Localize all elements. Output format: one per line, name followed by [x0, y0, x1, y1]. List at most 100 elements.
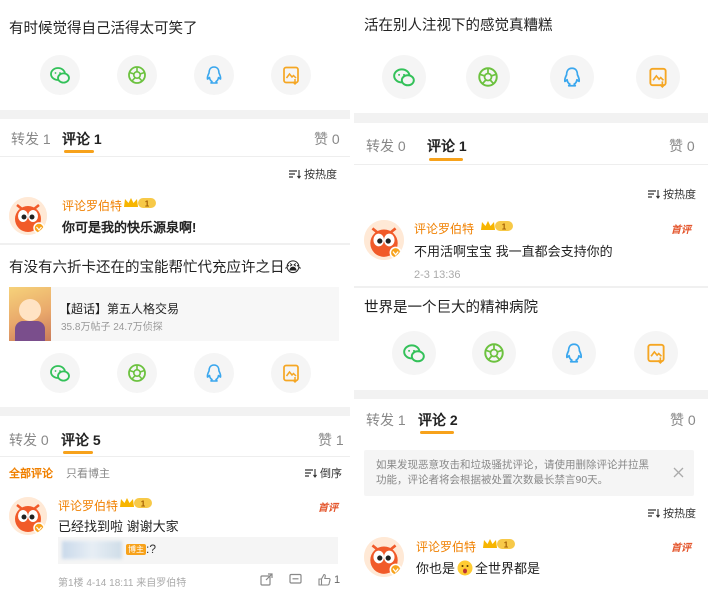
- wechat-icon[interactable]: [392, 331, 436, 375]
- post-text: 世界是一个巨大的精神病院: [364, 300, 538, 316]
- member-badge-icon: [483, 539, 515, 550]
- sort-icon: [289, 169, 302, 179]
- comment-icon[interactable]: [289, 573, 302, 586]
- tab-comment[interactable]: 评论 2: [418, 410, 458, 430]
- tab-repost[interactable]: 转发 0: [9, 430, 49, 450]
- tab-active-indicator: [420, 431, 454, 434]
- avatar[interactable]: [9, 497, 47, 535]
- sort-label: 按热度: [663, 508, 696, 520]
- comment-author[interactable]: 评论罗伯特: [62, 197, 122, 214]
- sort-reverse-button[interactable]: 倒序: [305, 465, 342, 481]
- tab-like[interactable]: 赞 0: [669, 136, 695, 156]
- like-count: 1: [334, 574, 341, 586]
- close-icon[interactable]: [673, 467, 684, 478]
- member-badge-icon: [481, 221, 513, 232]
- save-image-icon[interactable]: [271, 353, 311, 393]
- wechat-icon[interactable]: [382, 55, 426, 99]
- tab-separator: [354, 164, 708, 165]
- filter-blogger-only[interactable]: 只看博主: [66, 465, 110, 481]
- save-image-icon[interactable]: [636, 55, 680, 99]
- comment-meta: 第1楼 4-14 18:11 来自罗伯特: [58, 578, 187, 589]
- left-screenshot: 有时候觉得自己活得太可笑了 转发 1 评论 1 赞 0 按热度 评论罗伯特 你可…: [0, 0, 350, 591]
- first-comment-tag: 首评: [318, 503, 338, 514]
- wechat-icon[interactable]: [40, 353, 80, 393]
- tab-comment[interactable]: 评论 1: [62, 129, 102, 149]
- comment-text-before: 你也是: [416, 561, 456, 576]
- tab-active-indicator: [64, 150, 94, 153]
- blogger-badge: 博主: [126, 544, 146, 555]
- section-divider: [354, 286, 708, 288]
- sort-label: 按热度: [304, 169, 337, 181]
- sort-label: 倒序: [320, 468, 342, 480]
- notice-text: 如果发现恶意攻击和垃圾骚扰评论，请使用删除评论并拉黑功能，评论者将会根据被处置次…: [376, 459, 649, 486]
- section-divider: [354, 113, 708, 123]
- avatar[interactable]: [9, 197, 47, 235]
- save-image-icon[interactable]: [634, 331, 678, 375]
- topic-title: 【超话】第五人格交易: [59, 302, 180, 316]
- qq-icon[interactable]: [552, 331, 596, 375]
- tab-like[interactable]: 赞 0: [314, 129, 340, 149]
- reply-text: :?: [146, 542, 157, 556]
- tab-active-indicator: [63, 451, 93, 454]
- right-screenshot: 活在别人注视下的感觉真糟糕 转发 0 评论 1 赞 0 按热度 评论罗伯特 首评…: [354, 0, 708, 591]
- qq-icon[interactable]: [194, 55, 234, 95]
- comment-text: 你可是我的快乐源泉啊!: [62, 220, 197, 235]
- filter-all-comments[interactable]: 全部评论: [9, 465, 53, 481]
- comment-text: 你也是 全世界都是: [416, 558, 540, 577]
- reply-preview[interactable]: 博主 :?: [58, 537, 338, 564]
- avatar[interactable]: [364, 220, 404, 260]
- comment-text: 已经找到啦 谢谢大家: [58, 519, 179, 534]
- tab-like[interactable]: 赞 0: [670, 410, 696, 430]
- wechat-icon[interactable]: [40, 55, 80, 95]
- member-badge-icon: [124, 198, 156, 209]
- moments-icon[interactable]: [117, 353, 157, 393]
- post-text: 有时候觉得自己活得太可笑了: [9, 21, 198, 37]
- moments-icon[interactable]: [466, 55, 510, 99]
- surprised-emoji-icon: [457, 560, 473, 575]
- sort-icon: [305, 468, 318, 478]
- tab-like[interactable]: 赞 1: [318, 430, 344, 450]
- blurred-username: [62, 541, 122, 559]
- tab-comment[interactable]: 评论 1: [427, 136, 467, 156]
- post-text: 活在别人注视下的感觉真糟糕: [364, 18, 553, 34]
- comment-author[interactable]: 评论罗伯特: [58, 497, 118, 514]
- sort-by-hot-button[interactable]: 按热度: [648, 505, 696, 521]
- comment-author[interactable]: 评论罗伯特: [416, 538, 476, 555]
- section-divider: [354, 390, 708, 399]
- sort-label: 按热度: [663, 189, 696, 201]
- section-divider: [0, 407, 350, 416]
- comment-text-after: 全世界都是: [475, 561, 541, 576]
- tab-separator: [0, 156, 350, 157]
- tab-repost[interactable]: 转发 0: [366, 136, 406, 156]
- topic-thumbnail: [9, 287, 51, 341]
- moments-icon[interactable]: [117, 55, 157, 95]
- avatar[interactable]: [364, 537, 404, 577]
- sort-icon: [648, 508, 661, 518]
- tab-repost[interactable]: 转发 1: [366, 410, 406, 430]
- tab-comment[interactable]: 评论 5: [61, 430, 101, 450]
- sort-by-hot-button[interactable]: 按热度: [289, 166, 337, 182]
- comment-text: 不用活啊宝宝 我一直都会支持你的: [414, 244, 613, 259]
- sort-by-hot-button[interactable]: 按热度: [648, 186, 696, 202]
- topic-stats: 35.8万帖子 24.7万侦探: [61, 322, 163, 333]
- first-comment-tag: 首评: [671, 543, 691, 554]
- first-comment-tag: 首评: [671, 225, 691, 236]
- share-icon[interactable]: [260, 573, 273, 586]
- save-image-icon[interactable]: [271, 55, 311, 95]
- qq-icon[interactable]: [550, 55, 594, 99]
- comment-author[interactable]: 评论罗伯特: [414, 220, 474, 237]
- supertopic-card[interactable]: 【超话】第五人格交易 35.8万帖子 24.7万侦探: [9, 287, 339, 341]
- qq-icon[interactable]: [194, 353, 234, 393]
- section-divider: [0, 110, 350, 119]
- section-divider: [0, 243, 350, 245]
- member-badge-icon: [120, 498, 152, 509]
- tab-active-indicator: [429, 158, 463, 161]
- moderation-notice: 如果发现恶意攻击和垃圾骚扰评论，请使用删除评论并拉黑功能，评论者将会根据被处置次…: [364, 450, 694, 496]
- moments-icon[interactable]: [472, 331, 516, 375]
- tab-repost[interactable]: 转发 1: [11, 129, 51, 149]
- post-text: 有没有六折卡还在的宝能帮忙代充应许之日😭: [9, 260, 302, 276]
- sort-icon: [648, 189, 661, 199]
- like-icon[interactable]: [318, 573, 331, 586]
- comment-time: 2-3 13:36: [414, 269, 461, 281]
- tab-separator: [0, 456, 350, 457]
